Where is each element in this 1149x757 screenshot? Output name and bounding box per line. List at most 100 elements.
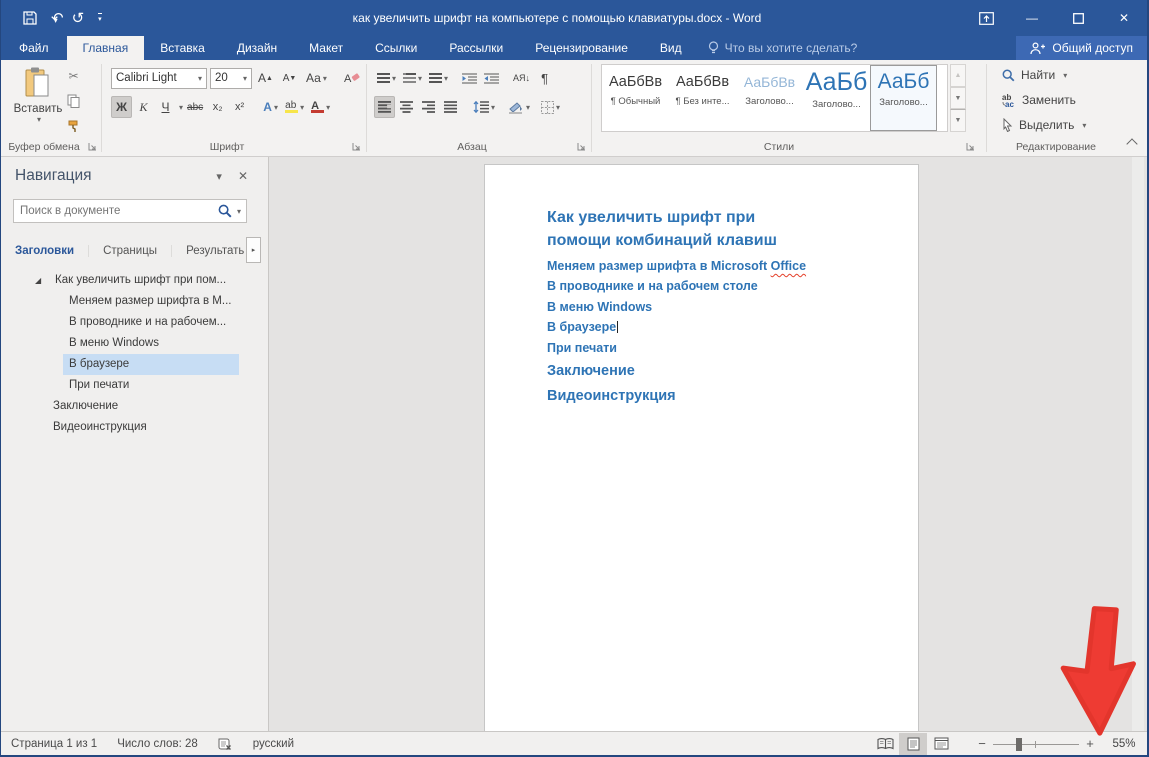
customize-qat-button[interactable]: ▾: [98, 13, 102, 23]
print-layout-icon[interactable]: [899, 733, 927, 755]
font-color-button[interactable]: А▾: [308, 96, 333, 118]
nav-tab-results[interactable]: Результаты: [172, 245, 244, 257]
increase-indent-button[interactable]: [481, 67, 502, 89]
undo-button[interactable]: ↶▾: [51, 9, 58, 28]
search-options-dropdown-icon[interactable]: ▾: [237, 207, 241, 216]
replace-button[interactable]: abac Заменить: [1002, 93, 1076, 107]
tell-me-box[interactable]: Что вы хотите сделать?: [698, 36, 868, 60]
tab-file[interactable]: Файл: [1, 36, 67, 60]
close-icon[interactable]: ✕: [1101, 0, 1147, 36]
nav-tabs-scroll-right-icon[interactable]: ▸: [246, 237, 261, 263]
bullets-button[interactable]: ▾: [374, 67, 399, 89]
line-spacing-button[interactable]: ▾: [470, 96, 498, 118]
gallery-scroll-up-icon[interactable]: ▲: [950, 64, 966, 87]
maximize-icon[interactable]: [1055, 0, 1101, 36]
nav-heading-item-selected[interactable]: В браузере: [63, 354, 239, 375]
borders-button[interactable]: ▾: [538, 96, 563, 118]
multilevel-list-button[interactable]: ▾: [426, 67, 451, 89]
nav-heading-item[interactable]: Заключение: [1, 396, 267, 417]
change-case-button[interactable]: Аа▾: [303, 67, 330, 89]
minimize-icon[interactable]: —: [1009, 0, 1055, 36]
tab-references[interactable]: Ссылки: [359, 36, 433, 60]
nav-tab-headings[interactable]: Заголовки: [1, 245, 89, 257]
italic-button[interactable]: К: [133, 96, 154, 118]
search-magnifier-icon[interactable]: [218, 204, 232, 218]
select-button[interactable]: Выделить ▾: [1002, 118, 1086, 132]
sort-button[interactable]: АЯ↓: [510, 67, 533, 89]
zoom-percentage[interactable]: 55%: [1101, 738, 1147, 750]
nav-heading-item[interactable]: В меню Windows: [1, 333, 267, 354]
shading-button[interactable]: ▾: [505, 96, 533, 118]
copy-icon[interactable]: [63, 91, 84, 111]
tab-design[interactable]: Дизайн: [221, 36, 293, 60]
subscript-button[interactable]: x₂: [207, 96, 228, 118]
nav-heading-item[interactable]: В проводнике и на рабочем...: [1, 312, 267, 333]
clipboard-dialog-launcher-icon[interactable]: [88, 142, 98, 152]
align-center-button[interactable]: [396, 96, 417, 118]
nav-heading-item[interactable]: Видеоинструкция: [1, 417, 267, 438]
tab-view[interactable]: Вид: [644, 36, 698, 60]
style-heading-light[interactable]: АаБбВв Заголово...: [736, 65, 803, 131]
tab-insert[interactable]: Вставка: [144, 36, 221, 60]
numbering-button[interactable]: ▾: [400, 67, 425, 89]
strikethrough-button[interactable]: abc: [184, 96, 206, 118]
find-button[interactable]: Найти ▾: [1002, 68, 1067, 82]
nav-pane-options-icon[interactable]: ▾: [208, 170, 230, 183]
styles-dialog-launcher-icon[interactable]: [966, 142, 976, 152]
tab-layout[interactable]: Макет: [293, 36, 359, 60]
share-button[interactable]: Общий доступ: [1016, 36, 1147, 60]
collapse-ribbon-icon[interactable]: [1126, 138, 1137, 149]
tab-mailings[interactable]: Рассылки: [433, 36, 519, 60]
align-left-button[interactable]: [374, 96, 395, 118]
zoom-in-icon[interactable]: +: [1079, 736, 1101, 751]
paste-dropdown-icon[interactable]: ▾: [37, 115, 41, 124]
style-normal[interactable]: АаБбВв ¶ Обычный: [602, 65, 669, 131]
read-mode-icon[interactable]: [871, 733, 899, 755]
proofing-status-icon[interactable]: [208, 737, 243, 751]
language-indicator[interactable]: русский: [243, 738, 304, 750]
underline-dropdown-icon[interactable]: ▾: [179, 103, 183, 112]
font-name-combo[interactable]: Calibri Light▾: [111, 68, 207, 89]
nav-heading-item[interactable]: Меняем размер шрифта в М...: [1, 291, 267, 312]
page-indicator[interactable]: Страница 1 из 1: [1, 738, 107, 750]
document-page[interactable]: Как увеличить шрифт при помощи комбинаци…: [484, 164, 919, 731]
bold-button[interactable]: Ж: [111, 96, 132, 118]
cut-icon[interactable]: ✂: [63, 66, 84, 86]
paste-button[interactable]: Вставить ▾: [15, 66, 61, 138]
redo-button[interactable]: ↺: [72, 9, 85, 27]
zoom-slider-thumb[interactable]: [1016, 738, 1022, 751]
nav-heading-item[interactable]: ◢Как увеличить шрифт при пом...: [1, 270, 267, 291]
gallery-scroll-down-icon[interactable]: ▼: [950, 87, 966, 110]
document-search-box[interactable]: ▾: [13, 199, 247, 223]
format-painter-icon[interactable]: [63, 116, 84, 136]
web-layout-icon[interactable]: [927, 733, 955, 755]
select-dropdown-icon[interactable]: ▾: [1082, 121, 1086, 130]
zoom-out-icon[interactable]: −: [971, 736, 993, 751]
justify-button[interactable]: [440, 96, 461, 118]
word-count[interactable]: Число слов: 28: [107, 738, 208, 750]
font-dialog-launcher-icon[interactable]: [352, 142, 362, 152]
style-heading-1[interactable]: АаБб Заголово...: [803, 65, 870, 131]
nav-tab-pages[interactable]: Страницы: [89, 245, 172, 257]
tab-home[interactable]: Главная: [67, 36, 145, 60]
font-size-combo[interactable]: 20▾: [210, 68, 252, 89]
clear-formatting-button[interactable]: А: [341, 67, 363, 89]
zoom-slider[interactable]: [993, 737, 1079, 751]
nav-heading-item[interactable]: При печати: [1, 375, 267, 396]
text-effects-button[interactable]: А▾: [260, 96, 281, 118]
grow-font-button[interactable]: А▲: [255, 67, 276, 89]
highlight-color-button[interactable]: ab▾: [282, 96, 307, 118]
find-dropdown-icon[interactable]: ▾: [1063, 71, 1067, 80]
shrink-font-button[interactable]: А▼: [279, 67, 300, 89]
tab-review[interactable]: Рецензирование: [519, 36, 644, 60]
search-input[interactable]: [14, 205, 218, 217]
decrease-indent-button[interactable]: [459, 67, 480, 89]
underline-button[interactable]: Ч: [155, 96, 176, 118]
nav-pane-close-icon[interactable]: ✕: [230, 169, 256, 183]
show-marks-button[interactable]: ¶: [534, 67, 555, 89]
ribbon-display-options-icon[interactable]: [963, 0, 1009, 36]
save-icon[interactable]: [23, 11, 37, 25]
collapse-triangle-icon[interactable]: ◢: [35, 270, 41, 291]
gallery-more-icon[interactable]: ▼: [950, 109, 966, 132]
paragraph-dialog-launcher-icon[interactable]: [577, 142, 587, 152]
